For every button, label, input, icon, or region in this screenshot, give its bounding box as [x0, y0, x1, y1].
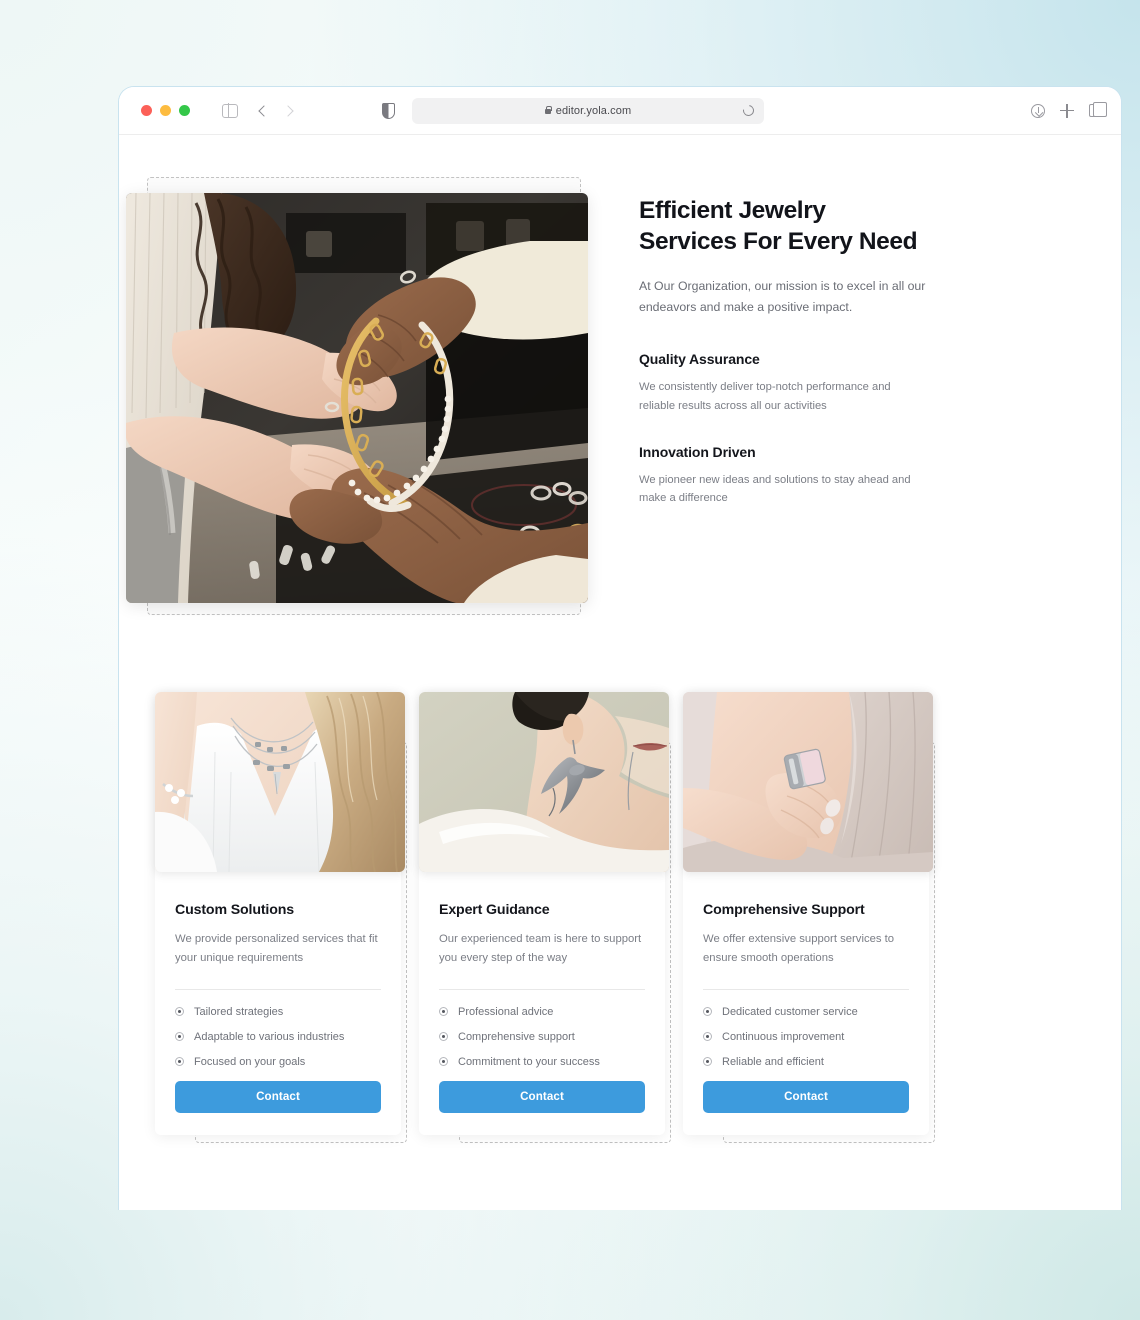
card-body: Expert Guidance Our experienced team is … [419, 872, 665, 1135]
card-feature-list: Professional advice Comprehensive suppor… [439, 1006, 645, 1068]
maximize-window-button[interactable] [179, 105, 190, 116]
list-item: Adaptable to various industries [175, 1031, 381, 1043]
list-item: Tailored strategies [175, 1006, 381, 1018]
card-divider [175, 988, 381, 990]
list-item-label: Continuous improvement [722, 1030, 845, 1043]
privacy-shield-icon[interactable] [382, 102, 395, 119]
close-window-button[interactable] [141, 105, 152, 116]
plus-icon[interactable] [1060, 103, 1074, 118]
list-item-label: Focused on your goals [194, 1055, 306, 1068]
feature-description: We pioneer new ideas and solutions to st… [639, 473, 911, 505]
reload-icon[interactable] [740, 102, 757, 119]
card-title: Expert Guidance [439, 902, 550, 918]
list-item: Comprehensive support [439, 1031, 645, 1043]
bullet-icon [439, 1032, 448, 1042]
bullet-icon [175, 1007, 184, 1017]
list-item-label: Adaptable to various industries [194, 1030, 345, 1043]
card-feature-list: Tailored strategies Adaptable to various… [175, 1006, 381, 1068]
feature-block-quality-assurance: Quality Assurance We consistently delive… [639, 351, 929, 416]
list-item: Focused on your goals [175, 1056, 381, 1068]
list-item-label: Reliable and efficient [722, 1055, 824, 1068]
bullet-icon [439, 1057, 448, 1067]
card-title: Custom Solutions [175, 902, 294, 918]
card-description: Our experienced team is here to support … [439, 933, 642, 965]
card-comprehensive-support[interactable]: Comprehensive Support We offer extensive… [683, 692, 935, 1143]
back-chevron-icon[interactable] [258, 104, 270, 117]
card-image[interactable] [419, 692, 669, 872]
card-expert-guidance[interactable]: Expert Guidance Our experienced team is … [419, 692, 671, 1143]
card-body: Comprehensive Support We offer extensive… [683, 872, 929, 1135]
list-item-label: Comprehensive support [458, 1030, 575, 1043]
window-traffic-lights [141, 105, 190, 116]
card-body: Custom Solutions We provide personalized… [155, 872, 401, 1135]
list-item-label: Professional advice [458, 1005, 554, 1018]
list-item: Reliable and efficient [703, 1056, 909, 1068]
card-custom-solutions[interactable]: Custom Solutions We provide personalized… [155, 692, 407, 1143]
card-title: Comprehensive Support [703, 902, 865, 918]
lock-icon [544, 105, 552, 114]
bullet-icon [703, 1007, 712, 1017]
forward-chevron-icon [282, 104, 294, 117]
bullet-icon [439, 1007, 448, 1017]
bullet-icon [175, 1057, 184, 1067]
browser-toolbar: editor.yola.com [119, 87, 1121, 135]
sidebar-toggle-icon[interactable] [222, 103, 238, 118]
hero-text-block: Efficient Jewelry Services For Every Nee… [639, 195, 929, 508]
card-image[interactable] [155, 692, 405, 872]
browser-window: editor.yola.com Efficient Jewelry Servic… [118, 86, 1122, 1210]
minimize-window-button[interactable] [160, 105, 171, 116]
list-item: Professional advice [439, 1006, 645, 1018]
bullet-icon [175, 1032, 184, 1042]
hero-title-line-2: Services For Every Need [639, 228, 918, 256]
card-divider [439, 988, 645, 990]
website-canvas: Efficient Jewelry Services For Every Nee… [119, 135, 1121, 1210]
contact-button[interactable]: Contact [439, 1080, 645, 1113]
address-bar[interactable]: editor.yola.com [412, 97, 764, 124]
feature-description: We consistently deliver top-notch perfor… [639, 381, 891, 412]
list-item: Dedicated customer service [703, 1006, 909, 1018]
contact-button[interactable]: Contact [703, 1080, 909, 1113]
feature-block-innovation-driven: Innovation Driven We pioneer new ideas a… [639, 444, 929, 509]
navigation-arrows [258, 104, 294, 117]
hero-title-line-1: Efficient Jewelry [639, 197, 826, 224]
feature-title: Innovation Driven [639, 443, 756, 460]
list-item-label: Commitment to your success [458, 1055, 600, 1068]
card-image[interactable] [683, 692, 933, 872]
card-description: We provide personalized services that fi… [175, 933, 378, 965]
list-item-label: Dedicated customer service [722, 1005, 858, 1018]
hero-subtitle: At Our Organization, our mission is to e… [639, 278, 926, 314]
card-divider [703, 988, 909, 990]
contact-button[interactable]: Contact [175, 1080, 381, 1113]
bullet-icon [703, 1032, 712, 1042]
list-item: Commitment to your success [439, 1056, 645, 1068]
tab-overview-icon[interactable] [1089, 101, 1107, 117]
page-title: Efficient Jewelry Services For Every Nee… [639, 195, 929, 258]
card-description: We offer extensive support services to e… [703, 933, 895, 965]
hero-section-selection[interactable] [126, 177, 588, 615]
card-feature-list: Dedicated customer service Continuous im… [703, 1006, 909, 1068]
hero-image[interactable] [126, 193, 588, 603]
toolbar-right-icons [1031, 101, 1107, 118]
feature-title: Quality Assurance [639, 351, 760, 367]
cards-row: Custom Solutions We provide personalized… [155, 692, 1085, 1143]
downloads-icon[interactable] [1031, 103, 1045, 118]
list-item-label: Tailored strategies [194, 1005, 284, 1018]
bullet-icon [703, 1057, 712, 1067]
list-item: Continuous improvement [703, 1031, 909, 1043]
address-bar-url: editor.yola.com [555, 104, 632, 117]
